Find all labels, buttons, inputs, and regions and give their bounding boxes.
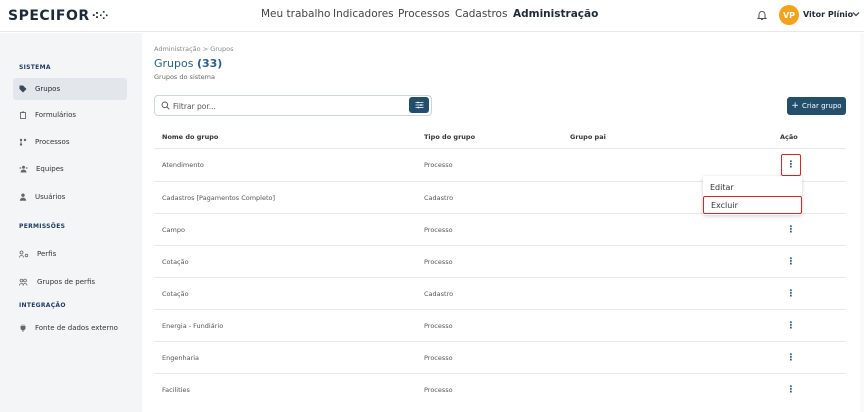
group-name: Cadastros [Pagamentos Completo] (162, 194, 276, 202)
group-type: Processo (424, 354, 453, 362)
user-name[interactable]: Vitor Plínio (803, 10, 853, 19)
column-header-type: Tipo do grupo (424, 133, 476, 141)
group-type: Processo (424, 161, 453, 169)
search-icon (161, 101, 170, 110)
sidebar-item-label: Equipes (36, 165, 64, 173)
table-row[interactable]: Cotação Processo ⋮ (154, 245, 846, 277)
row-actions-button[interactable]: ⋮ (781, 154, 801, 176)
group-name: Facilities (162, 386, 190, 394)
profile-key-icon (19, 250, 29, 258)
menu-item-editar[interactable]: Editar (703, 178, 802, 196)
plug-icon (20, 324, 26, 332)
group-type: Cadastro (424, 194, 454, 202)
sidebar-item-fonte-de-dados-externo[interactable]: Fonte de dados externo (13, 317, 127, 339)
sidebar-item-label: Grupos (35, 85, 61, 93)
section-title-integracao: INTEGRAÇÃO (19, 302, 66, 309)
menu-item-excluir[interactable]: Excluir (703, 196, 802, 214)
group-type: Cadastro (424, 290, 454, 298)
column-header-parent: Grupo pai (570, 133, 606, 141)
group-type: Processo (424, 386, 453, 394)
section-title-sistema: SISTEMA (19, 64, 51, 71)
group-type: Processo (424, 258, 453, 266)
bell-icon[interactable] (756, 9, 768, 21)
nav-indicadores[interactable]: Indicadores (333, 8, 394, 24)
top-bar: SPECIFOR ⁖⁘ Meu trabalho Indicadores Proc… (0, 0, 864, 32)
row-actions-button[interactable]: ⋮ (782, 350, 800, 366)
table-row[interactable]: Campo Processo ⋮ (154, 213, 846, 245)
tag-icon (19, 85, 27, 93)
sidebar-item-label: Grupos de perfis (37, 278, 95, 286)
user-icon (19, 193, 27, 201)
search-box[interactable] (154, 95, 432, 116)
section-title-permissoes: PERMISSÕES (19, 223, 66, 230)
plus-icon: + (791, 101, 799, 111)
sidebar-item-grupos-de-perfis[interactable]: Grupos de perfis (13, 271, 127, 293)
group-name: Engenharia (162, 354, 200, 362)
sidebar-item-label: Usuários (35, 193, 66, 201)
filter-sliders-icon (415, 101, 423, 109)
clipboard-icon (20, 111, 26, 119)
group-count: (33) (196, 57, 223, 70)
row-actions-button[interactable]: ⋮ (782, 222, 800, 238)
filter-button[interactable] (409, 97, 429, 113)
group-type: Processo (424, 226, 453, 234)
column-header-action: Ação (780, 133, 798, 141)
group-name: Campo (162, 226, 185, 234)
sidebar-item-processos[interactable]: Processos (13, 131, 127, 153)
sidebar-item-label: Processos (35, 138, 70, 146)
table-row[interactable]: Energia - Fundiário Processo ⋮ (154, 309, 846, 341)
table-row[interactable]: Cotação Cadastro ⋮ (154, 277, 846, 309)
row-actions-button[interactable]: ⋮ (782, 318, 800, 334)
nav-processos[interactable]: Processos (398, 8, 450, 24)
row-actions-button[interactable]: ⋮ (782, 382, 800, 398)
avatar[interactable]: VP (779, 5, 799, 25)
nav-administracao[interactable]: Administração (513, 8, 598, 24)
group-name: Cotação (162, 258, 189, 266)
sidebar-item-label: Fonte de dados externo (35, 324, 118, 332)
create-group-button[interactable]: + Criar grupo (787, 97, 846, 115)
sidebar-item-perfis[interactable]: Perfis (13, 243, 127, 265)
chevron-down-icon[interactable] (852, 10, 860, 18)
team-icon (19, 165, 28, 173)
table-row[interactable]: Engenharia Processo ⋮ (154, 341, 846, 373)
logo-mark: ⁖⁘ (91, 9, 109, 22)
sidebar-item-label: Perfis (37, 250, 57, 258)
group-name: Energia - Fundiário (162, 322, 224, 330)
sidebar-item-equipes[interactable]: Equipes (13, 158, 127, 180)
row-actions-button[interactable]: ⋮ (782, 286, 800, 302)
group-name: Cotação (162, 290, 189, 298)
logo[interactable]: SPECIFOR ⁖⁘ (8, 8, 108, 24)
page-title: Grupos (33) (154, 57, 223, 70)
breadcrumb: Administração > Grupos (154, 45, 234, 53)
page-subtitle: Grupos do sistema (154, 73, 215, 81)
row-actions-menu: Editar Excluir (703, 176, 802, 215)
nav-meu-trabalho[interactable]: Meu trabalho (261, 8, 330, 24)
nav-cadastros[interactable]: Cadastros (455, 8, 507, 24)
profile-group-icon (19, 278, 28, 286)
group-type: Processo (424, 322, 453, 330)
sidebar-item-usuarios[interactable]: Usuários (13, 186, 127, 208)
table-row[interactable]: Facilities Processo ⋮ (154, 373, 846, 405)
sidebar-item-grupos[interactable]: Grupos (13, 78, 127, 100)
sidebar: SISTEMA Grupos Formulários Processos Equ… (0, 33, 142, 412)
scrollbar[interactable] (860, 33, 864, 412)
group-name: Atendimento (162, 161, 204, 169)
row-actions-button[interactable]: ⋮ (782, 254, 800, 270)
sidebar-item-label: Formulários (35, 111, 77, 119)
search-input[interactable] (173, 99, 403, 113)
column-header-name: Nome do grupo (162, 133, 219, 141)
sidebar-item-formularios[interactable]: Formulários (13, 104, 127, 126)
process-flow-icon (19, 138, 27, 146)
